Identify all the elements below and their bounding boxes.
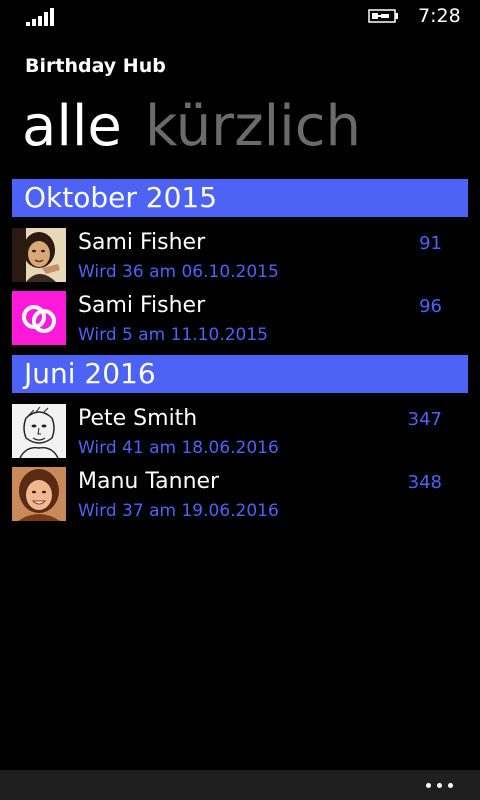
group-header-label: Oktober 2015 [24,181,218,214]
clock: 7:28 [418,5,461,27]
app-title: Birthday Hub [25,55,166,77]
birthday-detail: Wird 37 am 19.06.2016 [78,501,279,521]
pivot-header: alle kürzlich [22,92,379,162]
days-until-count: 96 [419,296,442,317]
group-header-label: Juni 2016 [24,357,156,390]
portrait-photo-avatar [12,228,66,282]
sketch-portrait-avatar [12,404,66,458]
battery-charging-icon [368,9,398,23]
birthday-detail: Wird 36 am 06.10.2015 [78,262,279,282]
tab-kuerzlich[interactable]: kürzlich [145,92,361,162]
contact-name: Sami Fisher [78,230,206,255]
status-bar: 7:28 [0,0,480,32]
contact-name: Manu Tanner [78,469,220,494]
days-until-count: 347 [407,409,442,430]
signal-strength-icon [26,8,54,26]
rings-icon-avatar [12,291,66,345]
days-until-count: 348 [407,472,442,493]
contact-name: Sami Fisher [78,293,206,318]
birthday-detail: Wird 5 am 11.10.2015 [78,325,268,345]
portrait-photo-avatar [12,467,66,521]
group-header[interactable]: Oktober 2015 [12,179,468,217]
days-until-count: 91 [419,233,442,254]
list-item[interactable]: Sami Fisher Wird 36 am 06.10.2015 91 [12,228,468,284]
contact-name: Pete Smith [78,406,198,431]
tab-alle[interactable]: alle [22,92,122,162]
list-item[interactable]: Sami Fisher Wird 5 am 11.10.2015 96 [12,291,468,347]
list-item[interactable]: Manu Tanner Wird 37 am 19.06.2016 348 [12,467,468,523]
birthday-detail: Wird 41 am 18.06.2016 [78,438,279,458]
group-header[interactable]: Juni 2016 [12,355,468,393]
app-bar [0,770,480,800]
ellipsis-icon[interactable] [420,770,460,800]
list-item[interactable]: Pete Smith Wird 41 am 18.06.2016 347 [12,404,468,460]
